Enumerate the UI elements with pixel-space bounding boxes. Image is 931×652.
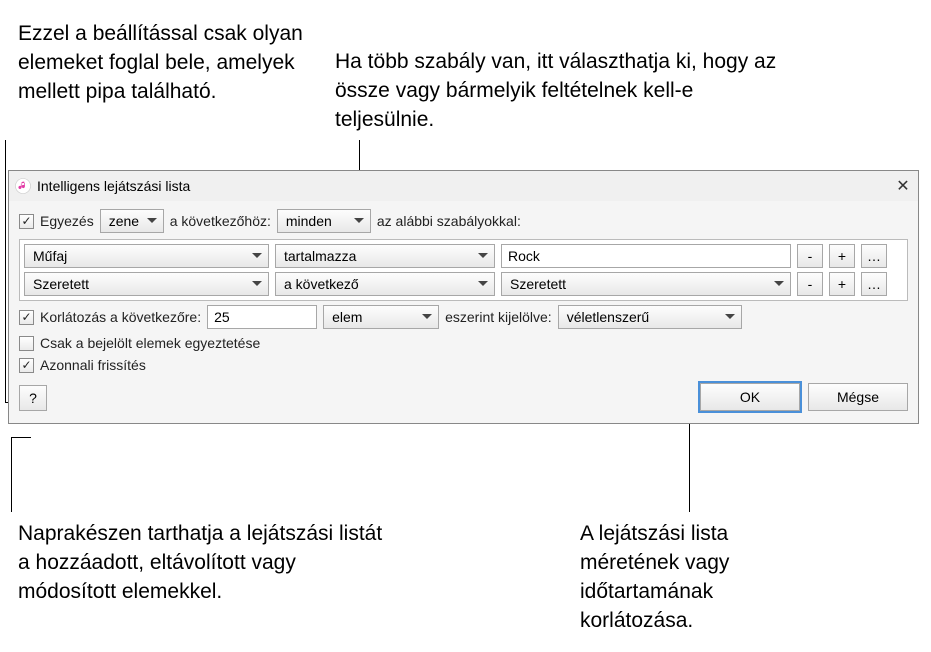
chevron-down-icon xyxy=(252,251,262,261)
rule-remove-button[interactable]: - xyxy=(797,244,823,268)
itunes-icon xyxy=(15,178,31,194)
rule-value-input[interactable] xyxy=(501,244,791,268)
media-type-select[interactable]: zene xyxy=(100,209,164,233)
only-checked-row: Csak a bejelölt elemek egyeztetése xyxy=(19,335,908,351)
match-row: Egyezés zene a következőhöz: minden az a… xyxy=(19,209,908,233)
titlebar: Intelligens lejátszási lista ✕ xyxy=(9,171,918,201)
chevron-down-icon xyxy=(422,312,432,322)
selected-by-label: eszerint kijelölve: xyxy=(445,309,552,325)
join-label: a következőhöz: xyxy=(170,213,271,229)
limit-unit-select[interactable]: elem xyxy=(323,305,439,329)
limit-unit-value: elem xyxy=(332,309,362,325)
rule-value-select[interactable]: Szeretett xyxy=(501,272,791,296)
live-update-row: Azonnali frissítés xyxy=(19,357,908,373)
live-update-checkbox[interactable] xyxy=(19,358,34,373)
dialog-body: Egyezés zene a következőhöz: minden az a… xyxy=(9,201,918,423)
rule-field-select[interactable]: Szeretett xyxy=(24,272,269,296)
condition-select[interactable]: minden xyxy=(277,209,371,233)
rule-field-select[interactable]: Műfaj xyxy=(24,244,269,268)
cancel-button[interactable]: Mégse xyxy=(808,383,908,411)
trailing-label: az alábbi szabályokkal: xyxy=(377,213,521,229)
chevron-down-icon xyxy=(252,279,262,289)
match-checkbox[interactable] xyxy=(19,214,34,229)
chevron-down-icon xyxy=(354,216,364,226)
callout-bottom-right: A lejátszási lista méretének vagy időtar… xyxy=(580,520,830,636)
rule-more-button[interactable]: … xyxy=(861,272,887,296)
limit-row: Korlátozás a következőre: elem eszerint … xyxy=(19,305,908,329)
limit-label: Korlátozás a következőre: xyxy=(40,309,201,325)
rule-operator-value: tartalmazza xyxy=(284,248,356,264)
only-checked-label: Csak a bejelölt elemek egyeztetése xyxy=(40,335,260,351)
match-label: Egyezés xyxy=(40,213,94,229)
chevron-down-icon xyxy=(725,312,735,322)
ok-button[interactable]: OK xyxy=(700,383,800,411)
callout-bottom-left: Naprakészen tarthatja a lejátszási listá… xyxy=(18,520,398,607)
dialog-title: Intelligens lejátszási lista xyxy=(37,178,190,194)
rule-row: Műfaj tartalmazza - + … xyxy=(24,244,903,268)
rule-add-button[interactable]: + xyxy=(829,272,855,296)
rule-row: Szeretett a következő Szeretett - + … xyxy=(24,272,903,296)
smart-playlist-dialog: Intelligens lejátszási lista ✕ Egyezés z… xyxy=(8,170,919,424)
limit-amount-input[interactable] xyxy=(207,305,317,329)
callout-line xyxy=(11,437,12,512)
rule-operator-select[interactable]: tartalmazza xyxy=(275,244,495,268)
chevron-down-icon xyxy=(478,251,488,261)
only-checked-checkbox[interactable] xyxy=(19,336,34,351)
callout-top-right: Ha több szabály van, itt választhatja ki… xyxy=(335,48,795,135)
close-icon[interactable]: ✕ xyxy=(894,177,912,195)
selected-by-select[interactable]: véletlenszerű xyxy=(558,305,742,329)
callout-line xyxy=(11,437,31,438)
rule-more-button[interactable]: … xyxy=(861,244,887,268)
rule-field-value: Szeretett xyxy=(33,276,89,292)
callout-top-left: Ezzel a beállítással csak olyan elemeket… xyxy=(18,20,338,107)
limit-checkbox[interactable] xyxy=(19,310,34,325)
chevron-down-icon xyxy=(478,279,488,289)
rule-operator-select[interactable]: a következő xyxy=(275,272,495,296)
live-update-label: Azonnali frissítés xyxy=(40,357,146,373)
rule-remove-button[interactable]: - xyxy=(797,272,823,296)
rule-value-value: Szeretett xyxy=(510,276,566,292)
rule-operator-value: a következő xyxy=(284,276,359,292)
rule-add-button[interactable]: + xyxy=(829,244,855,268)
chevron-down-icon xyxy=(774,279,784,289)
chevron-down-icon xyxy=(147,216,157,226)
help-button[interactable]: ? xyxy=(19,385,47,411)
rule-field-value: Műfaj xyxy=(33,248,67,264)
condition-value: minden xyxy=(286,213,332,229)
media-type-value: zene xyxy=(109,213,139,229)
callout-line xyxy=(5,140,6,402)
dialog-footer: ? OK Mégse xyxy=(19,379,908,411)
selected-by-value: véletlenszerű xyxy=(567,309,650,325)
rules-container: Műfaj tartalmazza - + … Szeretett xyxy=(19,239,908,301)
